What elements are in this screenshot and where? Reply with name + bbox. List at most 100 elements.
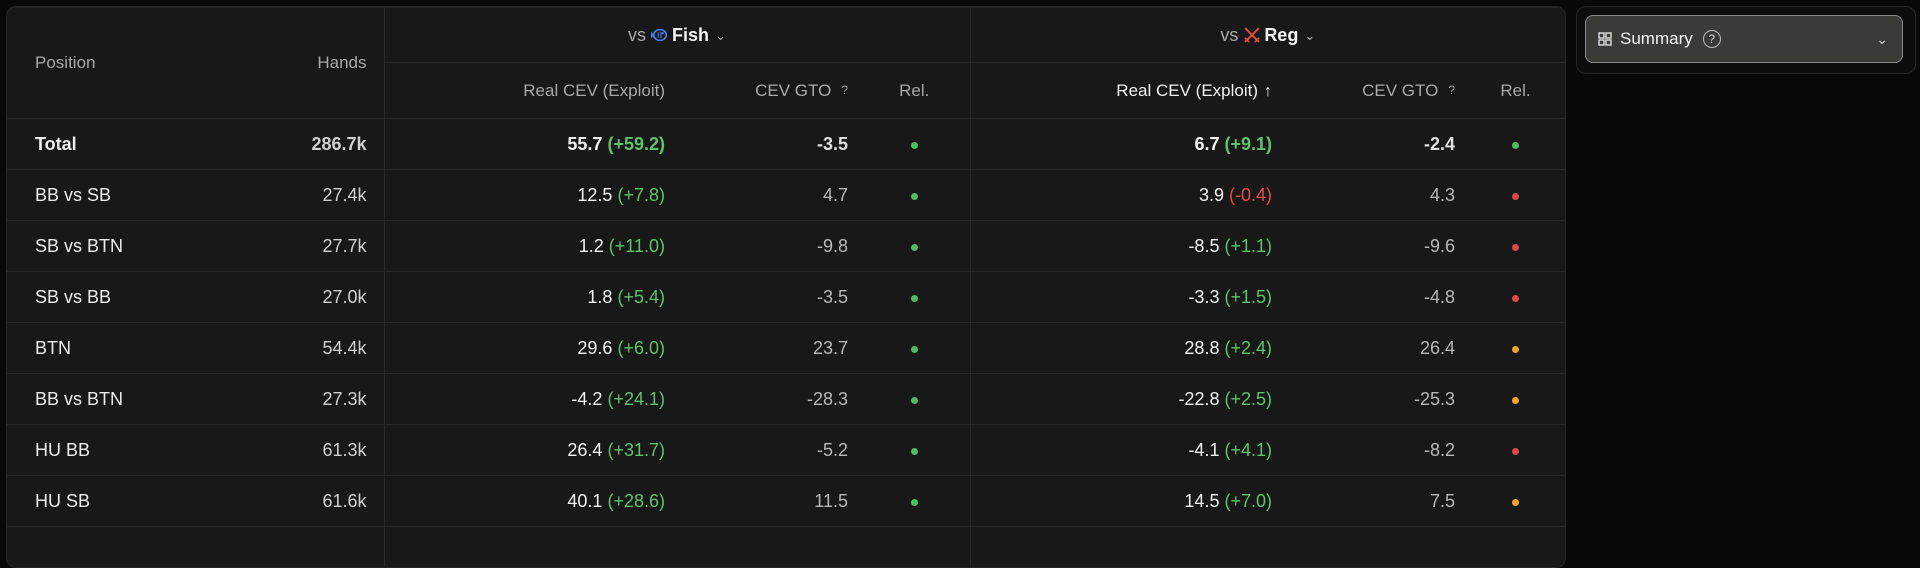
chevron-down-icon: ⌄ — [715, 28, 726, 43]
real-cev-value: -3.3 — [1188, 287, 1219, 307]
real-cev-delta: (+28.6) — [607, 491, 665, 511]
col-header-fish-real-cev[interactable]: Real CEV (Exploit) — [384, 63, 676, 119]
position-value: BTN — [35, 338, 71, 358]
table-row[interactable]: BB vs SB27.4k12.5 (+7.8)4.73.9 (-0.4)4.3 — [7, 170, 1565, 221]
stats-table: Position Hands vs Fish ⌄ vsReg⌄ Real CEV (… — [7, 7, 1565, 568]
reg-real-cev-cell: 3.9 (-0.4) — [970, 170, 1283, 221]
group-header-reg[interactable]: vsReg⌄ — [970, 8, 1565, 63]
hands-cell: 61.6k — [227, 476, 384, 527]
crossed-swords-icon — [1243, 26, 1261, 44]
fish-rel-cell — [859, 170, 970, 221]
table-row[interactable]: BTN54.4k29.6 (+6.0)23.728.8 (+2.4)26.4 — [7, 323, 1565, 374]
fish-rel-cell — [859, 476, 970, 527]
hands-cell: 27.7k — [227, 221, 384, 272]
col-header-reg-cev-gto[interactable]: CEV GTO? — [1283, 63, 1466, 119]
table-row[interactable]: BB vs BTN27.3k-4.2 (+24.1)-28.3-22.8 (+2… — [7, 374, 1565, 425]
reg-rel-cell — [1466, 476, 1565, 527]
col-header-reg-rel[interactable]: Rel. — [1466, 63, 1565, 119]
real-cev-value: 6.7 — [1194, 134, 1219, 154]
hands-value: 61.6k — [322, 491, 366, 511]
col-header-hands[interactable]: Hands — [227, 8, 384, 119]
fish-cev-gto-cell: -9.8 — [676, 221, 859, 272]
reliability-dot-icon — [911, 142, 918, 149]
real-cev-value: 29.6 — [577, 338, 612, 358]
summary-dropdown[interactable]: Summary ? ⌄ — [1585, 15, 1903, 63]
reliability-dot-icon — [911, 346, 918, 353]
position-value: BB vs BTN — [35, 389, 123, 409]
fish-icon — [651, 26, 669, 44]
real-cev-value: 1.2 — [579, 236, 604, 256]
cev-gto-value: 7.5 — [1430, 491, 1455, 511]
col-header-reg-real-cev[interactable]: Real CEV (Exploit)↑ — [970, 63, 1283, 119]
position-cell: SB vs BTN — [7, 221, 227, 272]
hands-cell: 54.4k — [227, 323, 384, 374]
reliability-dot-icon — [1512, 193, 1519, 200]
reg-real-cev-cell: -4.1 (+4.1) — [970, 425, 1283, 476]
reg-cev-gto-cell: -8.2 — [1283, 425, 1466, 476]
real-cev-value: -8.5 — [1188, 236, 1219, 256]
real-cev-value: 1.8 — [587, 287, 612, 307]
reliability-dot-icon — [911, 244, 918, 251]
fish-cev-gto-cell: -5.2 — [676, 425, 859, 476]
position-value: BB vs SB — [35, 185, 111, 205]
reliability-dot-icon — [911, 193, 918, 200]
fish-real-cev-cell: 12.5 (+7.8) — [384, 170, 676, 221]
fish-rel-cell — [859, 323, 970, 374]
position-cell: HU SB — [7, 476, 227, 527]
reliability-dot-icon — [911, 448, 918, 455]
reliability-dot-icon — [911, 295, 918, 302]
real-cev-value: -4.2 — [571, 389, 602, 409]
real-cev-delta: (+4.1) — [1224, 440, 1272, 460]
col-header-fish-cev-gto[interactable]: CEV GTO? — [676, 63, 859, 119]
real-cev-value: -4.1 — [1188, 440, 1219, 460]
reg-real-cev-cell: -8.5 (+1.1) — [970, 221, 1283, 272]
real-cev-value: 28.8 — [1184, 338, 1219, 358]
hands-value: 61.3k — [322, 440, 366, 460]
cev-gto-value: -2.4 — [1424, 134, 1455, 154]
table-row[interactable]: HU SB61.6k40.1 (+28.6)11.514.5 (+7.0)7.5 — [7, 476, 1565, 527]
position-cell: HU BB — [7, 425, 227, 476]
fish-real-cev-cell: 26.4 (+31.7) — [384, 425, 676, 476]
fish-cev-gto-cell: 11.5 — [676, 476, 859, 527]
fish-real-cev-cell: 29.6 (+6.0) — [384, 323, 676, 374]
table-row-total[interactable]: Total286.7k55.7 (+59.2)-3.56.7 (+9.1)-2.… — [7, 119, 1565, 170]
table-row[interactable]: HU BB 61.3k 26.4 (+31.7)-5.2 -4.1 (+4.1) -8.… — [7, 425, 1565, 476]
help-icon[interactable]: ? — [1703, 30, 1721, 48]
group-header-fish[interactable]: vs Fish ⌄ — [384, 8, 970, 63]
grid-icon — [1598, 32, 1612, 46]
help-icon[interactable]: ? — [841, 83, 848, 97]
position-cell: BTN — [7, 323, 227, 374]
position-cell: SB vs BB — [7, 272, 227, 323]
real-cev-delta: (+7.8) — [617, 185, 665, 205]
reg-rel-cell — [1466, 119, 1565, 170]
reg-cev-gto-cell: 7.5 — [1283, 476, 1466, 527]
table-row[interactable]: SB vs BTN27.7k1.2 (+11.0)-9.8-8.5 (+1.1)… — [7, 221, 1565, 272]
help-icon[interactable]: ? — [1448, 83, 1455, 97]
reg-cev-gto-cell: -9.6 — [1283, 221, 1466, 272]
cev-gto-value: -4.8 — [1424, 287, 1455, 307]
group-prefix: vs — [628, 25, 646, 45]
fish-rel-cell — [859, 221, 970, 272]
position-cell: Total — [7, 119, 227, 170]
hands-value: 27.7k — [322, 236, 366, 256]
col-header-position[interactable]: Position — [7, 8, 227, 119]
chevron-down-icon: ⌄ — [1876, 31, 1888, 48]
reliability-dot-icon — [1512, 346, 1519, 353]
group-name-fish: Fish — [672, 25, 709, 45]
col-header-fish-rel[interactable]: Rel. — [859, 63, 970, 119]
real-cev-delta: (+5.4) — [617, 287, 665, 307]
summary-label: Summary — [1620, 29, 1693, 49]
real-cev-value: 26.4 — [567, 440, 602, 460]
reliability-dot-icon — [1512, 448, 1519, 455]
position-value: HU SB — [35, 491, 90, 511]
cev-gto-value: -25.3 — [1414, 389, 1455, 409]
table-row[interactable]: SB vs BB27.0k1.8 (+5.4)-3.5-3.3 (+1.5)-4… — [7, 272, 1565, 323]
position-value: Total — [35, 134, 77, 154]
cev-gto-value: -8.2 — [1424, 440, 1455, 460]
fish-cev-gto-cell: 4.7 — [676, 170, 859, 221]
fish-real-cev-cell: 40.1 (+28.6) — [384, 476, 676, 527]
fish-rel-cell — [859, 425, 970, 476]
real-cev-delta: (+7.0) — [1224, 491, 1272, 511]
cev-gto-value: 11.5 — [814, 491, 848, 511]
real-cev-value: -22.8 — [1178, 389, 1219, 409]
